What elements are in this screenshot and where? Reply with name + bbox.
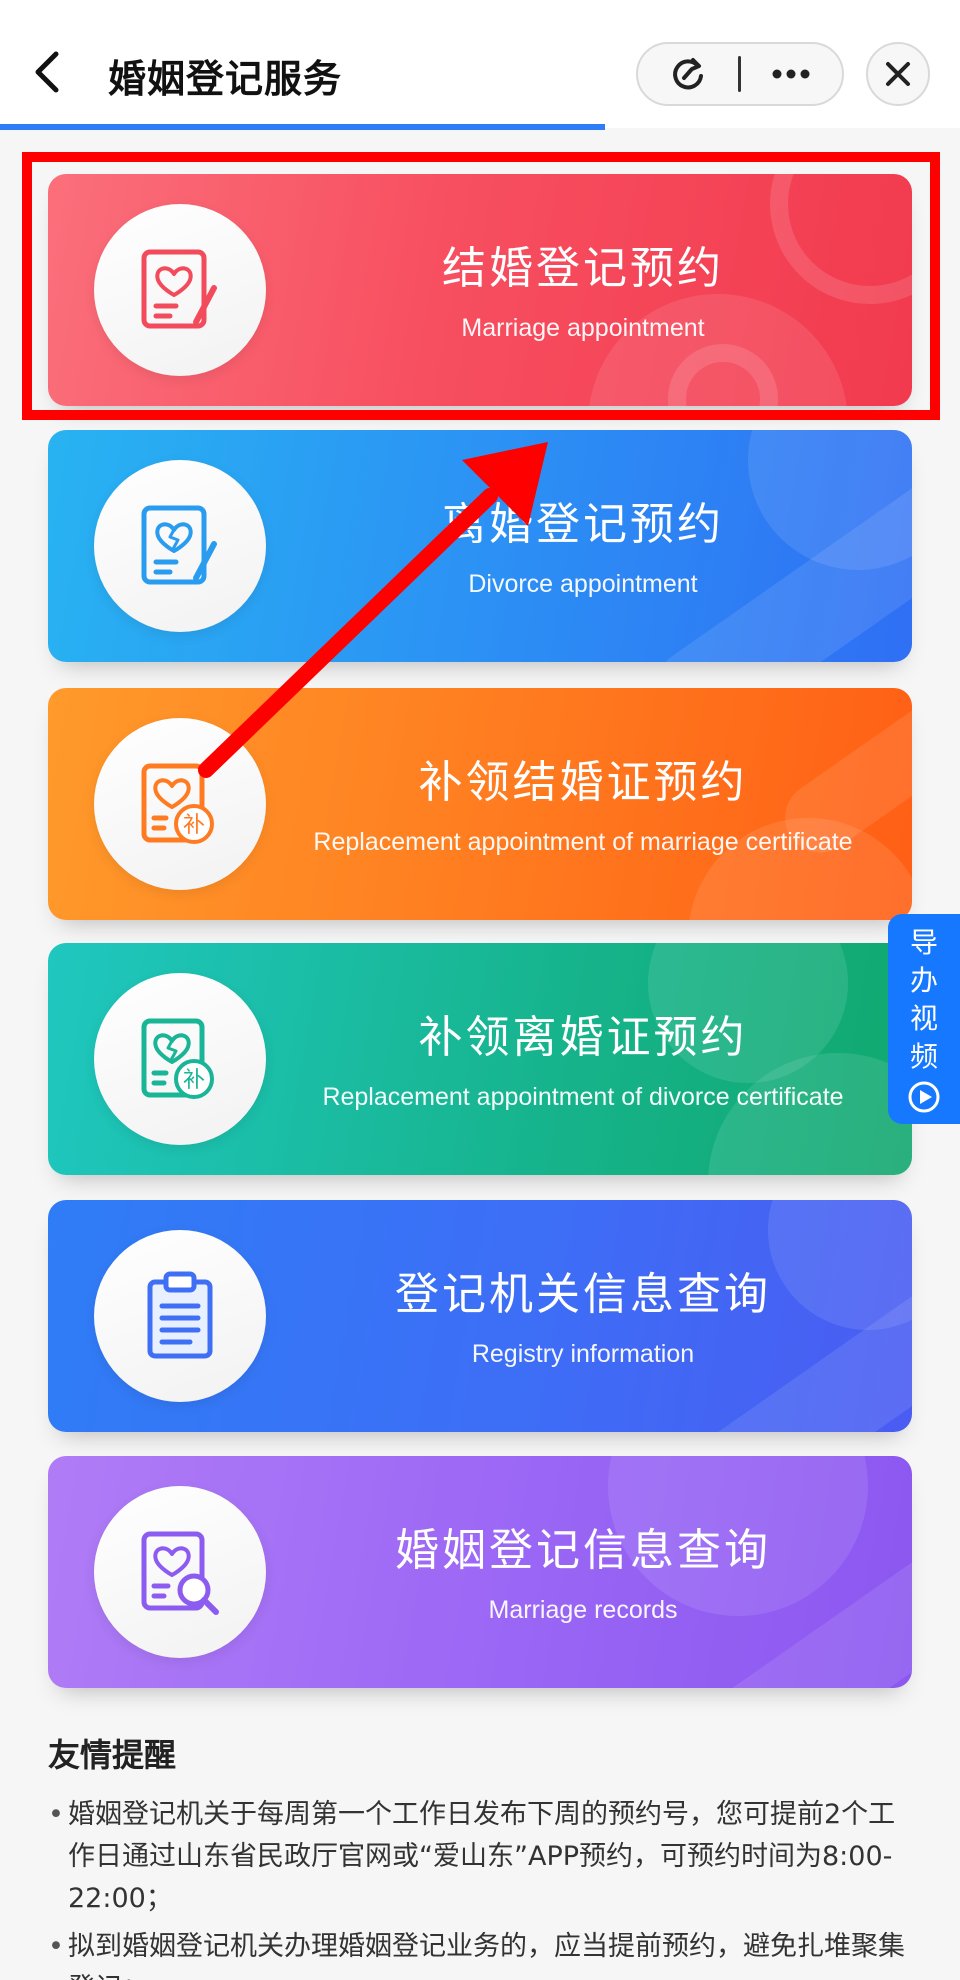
card-title-en: Replacement appointment of divorce certi… [322, 1082, 844, 1111]
replace-badge-text: 补 [183, 1068, 205, 1093]
replace-badge-text: 补 [183, 813, 205, 838]
card-title-en: Marriage appointment [461, 313, 705, 342]
card-title-cn: 离婚登记预约 [442, 498, 724, 550]
tip-item: 拟到婚姻登记机关办理婚姻登记业务的，应当提前预约，避免扎堆聚集登记； [48, 1926, 918, 1980]
card-title-cn: 婚姻登记信息查询 [395, 1524, 771, 1576]
heart-document-icon [94, 204, 266, 376]
back-button[interactable] [22, 42, 72, 102]
close-icon [886, 62, 910, 86]
broken-heart-document-icon [94, 460, 266, 632]
card-title-en: Replacement appointment of marriage cert… [313, 827, 853, 856]
more-dots-icon [772, 69, 810, 79]
registry-information-card[interactable]: 登记机关信息查询 Registry information [48, 1200, 912, 1432]
marriage-appointment-card[interactable]: 结婚登记预约 Marriage appointment [48, 174, 912, 406]
card-title-en: Marriage records [488, 1595, 678, 1624]
play-circle-icon [908, 1081, 940, 1113]
refresh-icon [673, 58, 703, 90]
card-title-cn: 登记机关信息查询 [395, 1268, 771, 1320]
broken-heart-certificate-replace-icon: 补 [94, 973, 266, 1145]
replacement-divorce-certificate-card[interactable]: 补 补领离婚证预约 Replacement appointment of div… [48, 943, 912, 1175]
divorce-appointment-card[interactable]: 离婚登记预约 Divorce appointment [48, 430, 912, 662]
heart-search-icon [94, 1486, 266, 1658]
chevron-left-icon [35, 51, 59, 93]
app-screen: 婚姻登记服务 结婚登记预约 Marriage appointment 离婚登记预… [0, 0, 960, 1980]
refresh-button[interactable] [638, 44, 738, 104]
card-title-cn: 结婚登记预约 [442, 242, 724, 294]
mini-program-capsule [636, 42, 844, 106]
guide-video-label: 导办视频 [909, 926, 938, 1073]
loading-progress-bar [0, 124, 605, 130]
heart-certificate-replace-icon: 补 [94, 718, 266, 890]
guide-video-tab[interactable]: 导办视频 [888, 914, 960, 1124]
card-title-cn: 补领结婚证预约 [418, 756, 748, 808]
clipboard-icon [94, 1230, 266, 1402]
tip-item: 婚姻登记机关于每周第一个工作日发布下周的预约号，您可提前2个工作日通过山东省民政… [48, 1794, 918, 1920]
card-title-en: Registry information [471, 1339, 695, 1368]
card-title-en: Divorce appointment [468, 569, 698, 598]
marriage-records-card[interactable]: 婚姻登记信息查询 Marriage records [48, 1456, 912, 1688]
more-button[interactable] [741, 44, 841, 104]
card-title-cn: 补领离婚证预约 [418, 1011, 748, 1063]
close-button[interactable] [866, 42, 930, 106]
top-nav-bar: 婚姻登记服务 [0, 0, 960, 130]
replacement-marriage-certificate-card[interactable]: 补 补领结婚证预约 Replacement appointment of mar… [48, 688, 912, 920]
tips-title: 友情提醒 [48, 1736, 177, 1774]
tips-section: 友情提醒 婚姻登记机关于每周第一个工作日发布下周的预约号，您可提前2个工作日通过… [48, 1730, 918, 1980]
page-title: 婚姻登记服务 [108, 57, 343, 101]
